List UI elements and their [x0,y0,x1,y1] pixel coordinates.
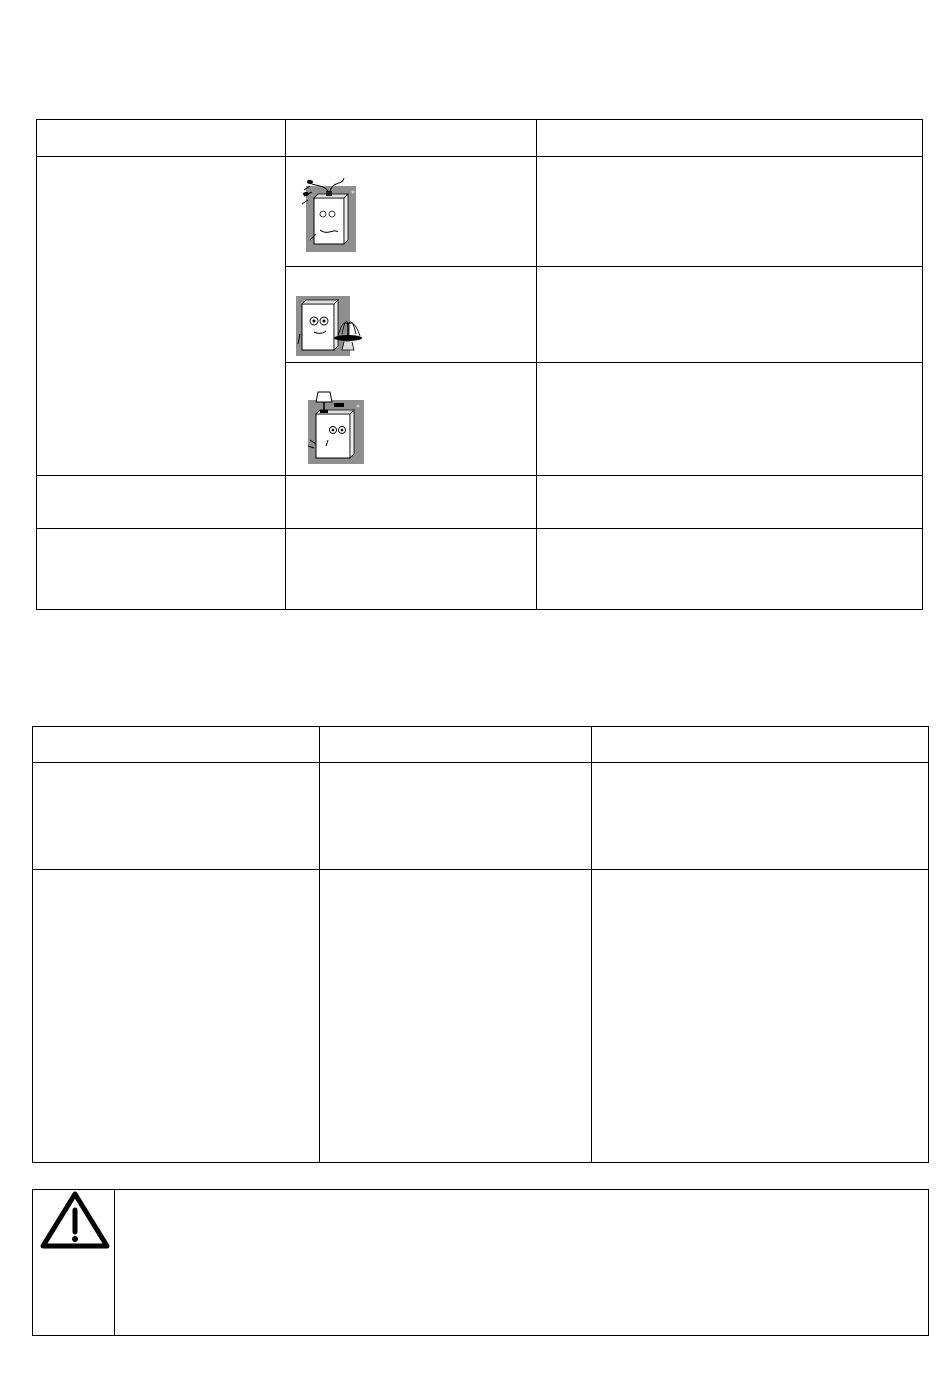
warning-box-divider [114,1189,115,1336]
table2-header-divider [32,762,929,763]
troubleshooting-table-1 [36,119,923,610]
fridge-plant-illustration [301,178,356,252]
warning-box [32,1189,929,1336]
table1-col-divider-2 [536,119,537,610]
table1-col-divider-1 [285,119,286,610]
table2-row-divider-1 [32,869,929,870]
table1-row-divider-2 [36,528,923,529]
fridge-lamp-illustration [307,391,364,464]
table1-row-divider-1 [36,475,923,476]
table2-col-divider-1 [319,726,320,1163]
table1-subrow-divider-1 [285,266,923,267]
table1-header-divider [36,156,923,157]
fridge-fountain-illustration [296,296,362,356]
warning-triangle-icon [40,1191,110,1249]
table1-subrow-divider-2 [285,362,923,363]
table2-col-divider-2 [591,726,592,1163]
troubleshooting-table-2 [32,726,929,1163]
